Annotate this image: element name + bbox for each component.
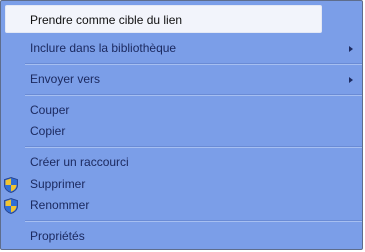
uac-shield-icon <box>4 198 18 214</box>
menu-item-cut[interactable]: Couper <box>2 100 361 121</box>
menu-item-rename[interactable]: Renommer <box>2 195 361 216</box>
menu-separator <box>25 220 362 222</box>
menu-item-label: Inclure dans la bibliothèque <box>30 41 177 55</box>
menu-item-create-shortcut[interactable]: Créer un raccourci <box>2 152 361 173</box>
menu-item-copy[interactable]: Copier <box>2 121 361 142</box>
menu-item-label: Copier <box>30 124 66 138</box>
menu-item-delete[interactable]: Supprimer <box>2 174 361 195</box>
menu-separator <box>25 63 362 65</box>
menu-item-label: Créer un raccourci <box>30 155 129 169</box>
chevron-right-icon <box>349 45 353 52</box>
chevron-right-icon <box>349 76 353 83</box>
menu-item-label: Envoyer vers <box>30 72 101 86</box>
menu-item-properties[interactable]: Propriétés <box>2 226 361 247</box>
menu-item-label: Couper <box>30 103 70 117</box>
menu-item-label: Propriétés <box>30 229 85 243</box>
menu-item-include-in-library[interactable]: Inclure dans la bibliothèque <box>2 38 361 59</box>
menu-separator <box>25 94 362 96</box>
context-menu: Prendre comme cible du lien Inclure dans… <box>0 0 363 250</box>
uac-shield-icon <box>4 177 18 193</box>
menu-separator <box>25 146 362 148</box>
menu-item-label: Prendre comme cible du lien <box>30 13 183 27</box>
menu-item-label: Supprimer <box>30 177 86 191</box>
menu-item-set-link-target[interactable]: Prendre comme cible du lien <box>5 5 322 33</box>
menu-item-send-to[interactable]: Envoyer vers <box>2 69 361 90</box>
menu-item-label: Renommer <box>30 198 90 212</box>
